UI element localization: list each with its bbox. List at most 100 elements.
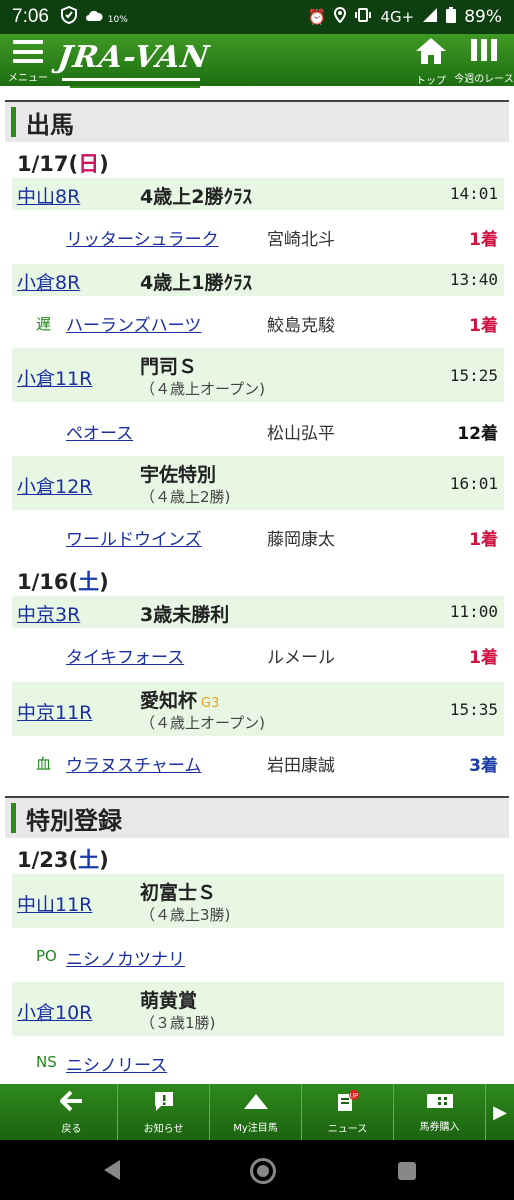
race-row[interactable]: 中山8R 4歳上2勝ｸﾗｽ 14:01 [12, 178, 504, 210]
jockey-name: 鮫島克駿 [267, 316, 335, 336]
race-link[interactable]: 小倉11R [17, 364, 92, 391]
race-result: 1着 [469, 648, 498, 668]
system-home-icon[interactable] [250, 1158, 276, 1184]
horse-link[interactable]: ニシノカツナリ [66, 945, 185, 970]
battery-level: 89% [464, 7, 502, 27]
race-title: 4歳上2勝ｸﾗｽ [140, 186, 252, 208]
race-row[interactable]: 中京3R 3歳未勝利 11:00 [12, 596, 504, 628]
main-content[interactable]: 出馬 1/17(日) 中山8R 4歳上2勝ｸﾗｽ 14:01 リッターシュラーク… [0, 86, 514, 1084]
signal-icon [422, 7, 438, 27]
nav-my-horses[interactable]: My注目馬 [210, 1084, 302, 1140]
horse-mark: 血 [36, 755, 52, 773]
date-heading: 1/16(土) [17, 570, 109, 594]
race-title: 門司Ｓ [140, 356, 198, 378]
shield-icon [60, 5, 77, 28]
nav-more-arrow[interactable]: ▶ [486, 1084, 514, 1140]
section-title: 出馬 [26, 110, 74, 139]
horse-link[interactable]: ハーランズハーツ [66, 311, 201, 336]
system-recents-icon[interactable] [398, 1162, 416, 1180]
horse-link[interactable]: ペオース [66, 419, 133, 444]
horse-link[interactable]: タイキフォース [66, 643, 184, 668]
hamburger-icon [13, 40, 43, 63]
race-condition: （４歳上オープン) [140, 714, 265, 732]
race-link[interactable]: 中京11R [17, 698, 92, 725]
race-link[interactable]: 小倉12R [17, 472, 92, 499]
horse-row: タイキフォース ルメール 1着 [12, 634, 504, 674]
nav-notices[interactable]: お知らせ [118, 1084, 210, 1140]
top-button[interactable]: トップ [412, 36, 450, 87]
top-label: トップ [416, 76, 446, 87]
section-header-entries: 出馬 [5, 100, 509, 142]
section-accent [11, 803, 16, 833]
this-week-button[interactable]: 今週のレース [454, 36, 514, 86]
menu-button[interactable]: メニュー [8, 38, 48, 84]
chevron-right-icon: ▶ [493, 1101, 507, 1123]
jockey-name: 宮崎北斗 [267, 230, 335, 250]
race-condition: （３歳1勝) [140, 1014, 216, 1032]
jockey-name: ルメール [267, 648, 335, 668]
race-condition: （４歳上オープン) [140, 380, 265, 398]
vibrate-icon [354, 8, 372, 26]
race-title: 4歳上1勝ｸﾗｽ [140, 272, 252, 294]
race-row[interactable]: 小倉10R 萌黄賞 （３歳1勝) [12, 982, 504, 1036]
race-time: 13:40 [449, 270, 498, 289]
race-time: 14:01 [449, 184, 498, 203]
race-link[interactable]: 中山8R [17, 182, 80, 209]
jockey-name: 松山弘平 [267, 424, 335, 444]
race-link[interactable]: 中山11R [17, 890, 92, 917]
horse-watch-icon [242, 1091, 270, 1115]
horse-row: PO ニシノカツナリ [12, 936, 504, 976]
race-row[interactable]: 中山11R 初富士Ｓ （４歳上3勝) [12, 874, 504, 928]
scroll-remnant [70, 86, 200, 88]
status-bar: 7:06 10% ⏰ 4G+ 89% [0, 0, 514, 34]
weather-percent: 10% [107, 15, 128, 25]
race-title: 萌黄賞 [140, 990, 198, 1012]
nav-back[interactable]: 戻る [26, 1084, 118, 1140]
notice-icon [153, 1090, 175, 1116]
race-title: 3歳未勝利 [140, 604, 230, 626]
race-row[interactable]: 中京11R 愛知杯 G3 （４歳上オープン) 15:35 [12, 682, 504, 736]
race-title: 愛知杯 G3 [140, 690, 220, 712]
nav-news[interactable]: UP ニュース [302, 1084, 394, 1140]
race-time: 16:01 [449, 474, 498, 493]
columns-icon [469, 36, 499, 68]
nav-label: 戻る [61, 1123, 82, 1135]
race-row[interactable]: 小倉12R 宇佐特別 （４歳上2勝) 16:01 [12, 456, 504, 510]
race-row[interactable]: 小倉8R 4歳上1勝ｸﾗｽ 13:40 [12, 264, 504, 296]
horse-link[interactable]: リッターシュラーク [66, 225, 219, 250]
race-condition: （４歳上2勝) [140, 488, 231, 506]
battery-icon [446, 7, 457, 27]
location-icon [334, 6, 347, 27]
race-link[interactable]: 小倉10R [17, 998, 92, 1025]
race-result: 12着 [457, 424, 498, 444]
system-back-icon[interactable] [104, 1160, 120, 1180]
race-title: 初富士Ｓ [140, 882, 217, 904]
jockey-name: 岩田康誠 [267, 756, 335, 776]
race-title: 宇佐特別 [140, 464, 217, 486]
bottom-nav: 戻る お知らせ My注目馬 UP ニュース 馬券購入 ▶ [0, 1084, 514, 1140]
section-header-special: 特別登録 [5, 796, 509, 838]
horse-link[interactable]: ニシノリース [66, 1051, 167, 1076]
horse-link[interactable]: ウラヌスチャーム [66, 751, 201, 776]
race-result: 1着 [469, 230, 498, 250]
weather-icon: 10% [85, 8, 128, 26]
nav-label: お知らせ [143, 1123, 184, 1135]
race-condition: （４歳上3勝) [140, 906, 231, 924]
race-link[interactable]: 中京3R [17, 600, 80, 627]
jra-van-logo[interactable]: JRA-VAN [56, 40, 212, 75]
race-link[interactable]: 小倉8R [17, 268, 80, 295]
nav-ticket[interactable]: 馬券購入 [394, 1084, 486, 1140]
section-title: 特別登録 [26, 806, 122, 835]
home-icon [414, 36, 448, 70]
horse-mark: PO [36, 947, 57, 965]
horse-link[interactable]: ワールドウインズ [66, 525, 202, 550]
race-result: 1着 [469, 530, 498, 550]
nav-label: ニュース [327, 1123, 368, 1135]
race-result: 3着 [469, 756, 498, 776]
network-type: 4G+ [380, 8, 415, 26]
horse-row: NS ニシノリース [12, 1042, 504, 1082]
date-heading: 1/23(土) [17, 848, 109, 872]
alarm-icon: ⏰ [307, 8, 327, 26]
race-row[interactable]: 小倉11R 門司Ｓ （４歳上オープン) 15:25 [12, 348, 504, 402]
status-time: 7:06 [12, 6, 49, 27]
